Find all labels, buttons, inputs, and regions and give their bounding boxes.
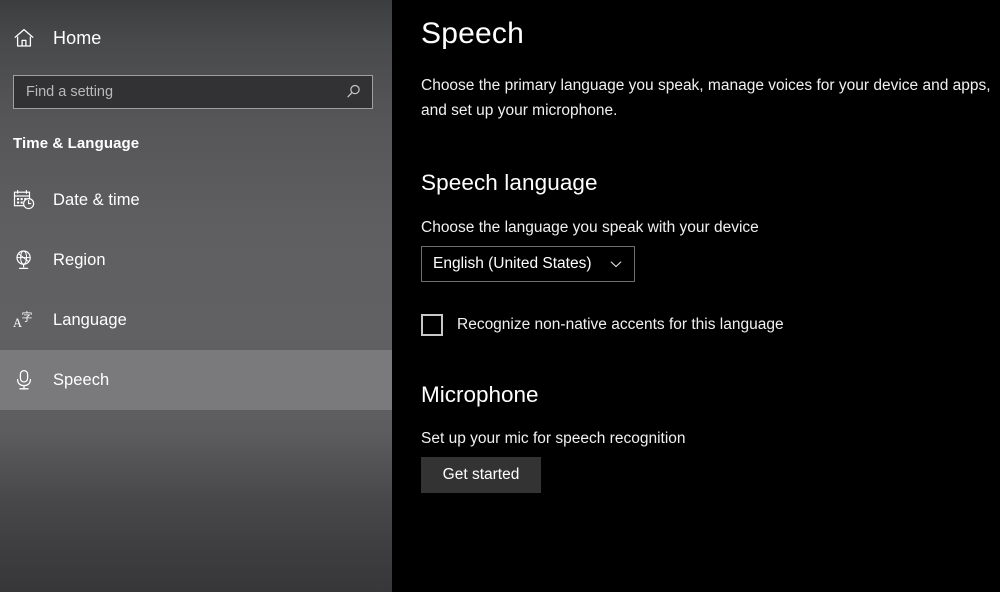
microphone-description: Set up your mic for speech recognition: [421, 430, 686, 447]
page-description: Choose the primary language you speak, m…: [421, 77, 991, 119]
sidebar-nav: Date & time Region A 字 Language Speech: [0, 170, 392, 410]
calendar-clock-icon: [11, 187, 37, 213]
recognize-accents-checkbox[interactable]: [421, 314, 443, 336]
sidebar-item-label: Speech: [53, 370, 110, 389]
sidebar-item-region[interactable]: Region: [0, 230, 392, 290]
sidebar-item-date-and-time[interactable]: Date & time: [0, 170, 392, 230]
speech-language-dropdown[interactable]: English (United States): [421, 246, 635, 282]
globe-icon: [11, 247, 37, 273]
search-input[interactable]: Find a setting: [13, 75, 373, 109]
home-label: Home: [53, 27, 102, 48]
sidebar-group-title: Time & Language: [13, 135, 140, 152]
chevron-down-icon: [608, 256, 624, 272]
search-container: Find a setting: [13, 75, 373, 109]
speech-language-field-label: Choose the language you speak with your …: [421, 219, 759, 236]
sidebar-item-label: Language: [53, 310, 127, 329]
svg-text:字: 字: [22, 310, 33, 324]
speech-language-selected-value: English (United States): [433, 255, 592, 272]
microphone-icon: [11, 367, 37, 393]
settings-window: Home Find a setting Time & Language Date…: [0, 0, 1000, 592]
home-nav-item[interactable]: Home: [0, 18, 392, 58]
page-title: Speech: [421, 17, 524, 50]
get-started-button[interactable]: Get started: [421, 457, 541, 493]
recognize-accents-checkbox-row[interactable]: Recognize non-native accents for this la…: [421, 314, 1000, 336]
speech-language-section-title: Speech language: [421, 170, 598, 195]
sidebar: Home Find a setting Time & Language Date…: [0, 0, 392, 592]
translate-icon: A 字: [11, 307, 37, 333]
search-placeholder: Find a setting: [26, 84, 114, 100]
sidebar-item-language[interactable]: A 字 Language: [0, 290, 392, 350]
sidebar-item-label: Date & time: [53, 190, 140, 209]
home-icon: [11, 25, 37, 51]
recognize-accents-label: Recognize non-native accents for this la…: [457, 316, 784, 333]
main-content: Speech Choose the primary language you s…: [392, 0, 1000, 592]
sidebar-item-label: Region: [53, 250, 106, 269]
sidebar-item-speech[interactable]: Speech: [0, 350, 392, 410]
microphone-section-title: Microphone: [421, 382, 539, 407]
search-icon[interactable]: [344, 83, 362, 101]
